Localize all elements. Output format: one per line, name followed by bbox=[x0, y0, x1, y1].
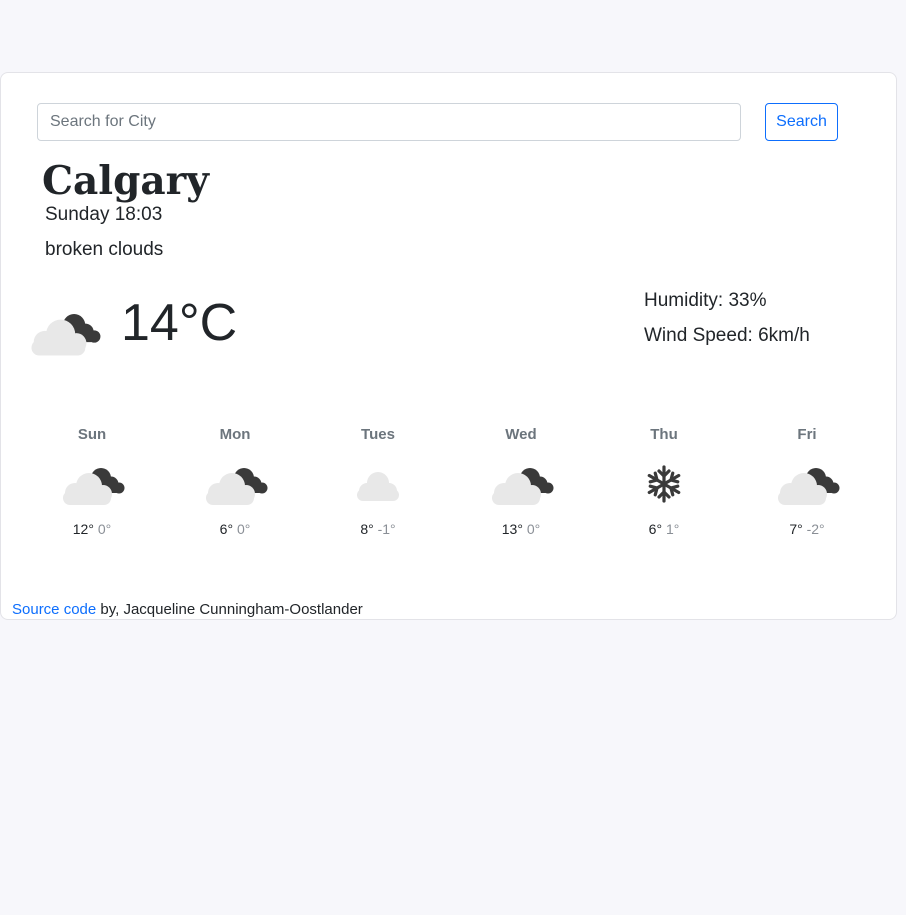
forecast-temps: 7° -2° bbox=[757, 519, 857, 539]
forecast-min-temp: -2° bbox=[806, 521, 825, 537]
broken-clouds-icon bbox=[492, 468, 554, 505]
forecast-min-temp: -1° bbox=[377, 521, 396, 537]
forecast-max-temp: 7° bbox=[789, 521, 803, 537]
forecast-min-temp: 0° bbox=[236, 521, 251, 537]
broken-clouds-icon bbox=[206, 468, 268, 505]
broken-clouds-icon bbox=[63, 468, 125, 505]
forecast-day-name: Wed bbox=[505, 426, 537, 443]
forecast-max-temp: 13° bbox=[501, 521, 523, 537]
broken-clouds-icon bbox=[778, 468, 840, 505]
forecast-day-name: Thu bbox=[650, 426, 678, 443]
forecast-day: Mon 6° 0° bbox=[185, 423, 285, 539]
forecast-day-name: Tues bbox=[361, 426, 395, 443]
forecast-max-temp: 6° bbox=[648, 521, 663, 537]
snowflake-icon bbox=[647, 465, 681, 503]
current-temperature: 14°C bbox=[121, 294, 238, 352]
forecast-max-temp: 12° bbox=[72, 521, 94, 537]
current-datetime: Sunday 18:03 bbox=[45, 204, 163, 225]
footer: Source code by, Jacqueline Cunningham-Oo… bbox=[12, 599, 363, 621]
forecast-day-name: Mon bbox=[219, 426, 251, 443]
broken-clouds-icon bbox=[31, 314, 101, 356]
forecast-min-temp: 0° bbox=[526, 521, 541, 537]
search-button[interactable]: Search bbox=[765, 103, 838, 141]
forecast-min-temp: 0° bbox=[97, 521, 112, 537]
forecast-temps: 8° -1° bbox=[328, 519, 428, 539]
wind-speed-text: Wind Speed: 6km/h bbox=[644, 325, 810, 346]
cloud-icon bbox=[357, 472, 399, 501]
forecast-min-temp: 1° bbox=[665, 521, 680, 537]
forecast-temps: 13° 0° bbox=[471, 519, 571, 539]
forecast-day: Fri 7° -2° bbox=[757, 423, 857, 539]
forecast-temps: 6° 0° bbox=[185, 519, 285, 539]
forecast-temps: 12° 0° bbox=[42, 519, 142, 539]
forecast-day: Tues 8° -1° bbox=[328, 423, 428, 539]
weather-description: broken clouds bbox=[45, 239, 164, 260]
forecast-max-temp: 8° bbox=[360, 521, 374, 537]
forecast-day: Sun 12° 0° bbox=[42, 423, 142, 539]
forecast-day-name: Fri bbox=[797, 426, 817, 443]
humidity-text: Humidity: 33% bbox=[644, 290, 767, 311]
forecast-day-name: Sun bbox=[77, 426, 107, 443]
search-input[interactable] bbox=[37, 103, 741, 141]
weather-card: Search Calgary Sunday 18:03 broken cloud… bbox=[0, 72, 897, 620]
forecast-max-temp: 6° bbox=[219, 521, 234, 537]
city-name: Calgary bbox=[42, 158, 209, 204]
forecast-day: Thu 6° 1° bbox=[614, 423, 714, 539]
forecast-day: Wed 13° 0° bbox=[471, 423, 571, 539]
footer-credit: by, Jacqueline Cunningham-Oostlander bbox=[96, 601, 363, 618]
source-code-link[interactable]: Source code bbox=[12, 601, 96, 618]
forecast-temps: 6° 1° bbox=[614, 519, 714, 539]
